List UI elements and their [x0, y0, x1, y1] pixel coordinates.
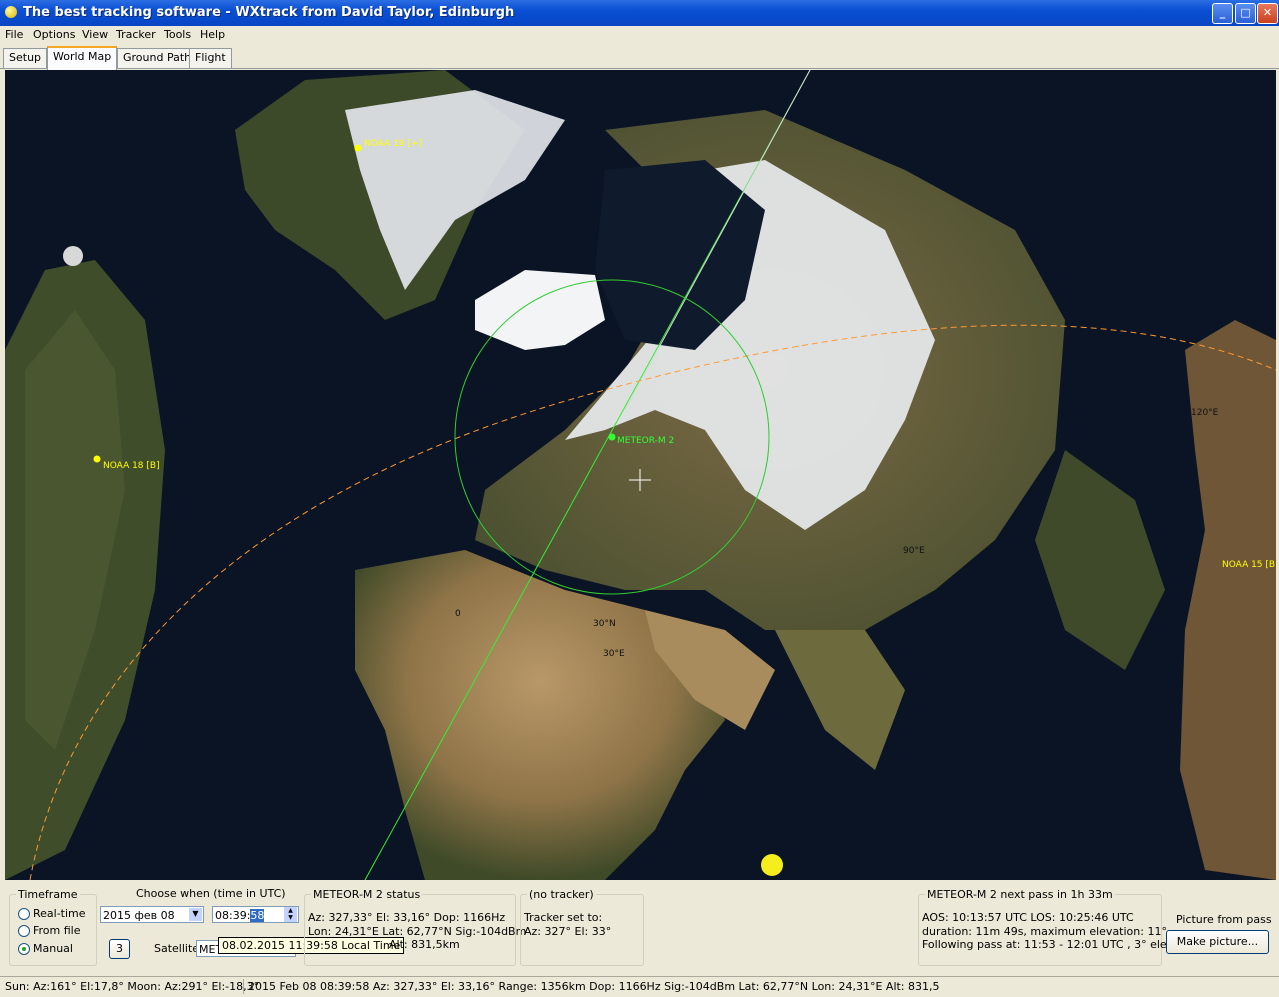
tab-world-map[interactable]: World Map [47, 46, 118, 70]
world-map[interactable]: NOAA 19 [+] NOAA 18 [B] NOAA 15 [B] METE… [5, 70, 1276, 880]
radio-from-file-label[interactable]: From file [33, 924, 81, 937]
meteor-m2-marker[interactable] [608, 433, 616, 441]
noaa19-marker[interactable] [354, 144, 362, 152]
status-line-3: Alt: 831,5km [389, 938, 460, 951]
time-value-seconds[interactable]: 58 [250, 909, 265, 922]
menu-view[interactable]: View [82, 28, 108, 41]
minimize-button[interactable]: _ [1212, 3, 1233, 24]
noaa18-label: NOAA 18 [B] [103, 461, 160, 471]
tab-flight[interactable]: Flight [189, 48, 232, 68]
time-picker[interactable]: 08:39:58 ▲ ▼ [212, 906, 299, 923]
menu-tools[interactable]: Tools [164, 28, 191, 41]
next-pass-line-1: AOS: 10:13:57 UTC LOS: 10:25:46 UTC [922, 911, 1134, 924]
radio-manual-label[interactable]: Manual [33, 942, 73, 955]
window-title: The best tracking software - WXtrack fro… [23, 5, 515, 20]
grid-label-lon90: 90°E [903, 546, 925, 556]
radio-from-file[interactable] [18, 925, 30, 937]
app-icon[interactable] [5, 6, 17, 18]
tab-strip: Setup World Map Ground Path Flight [0, 44, 1279, 70]
grid-label-lon30: 30°E [603, 649, 625, 659]
time-value-prefix: 08:39: [215, 909, 251, 922]
grid-label-lon120: 120°E [1191, 408, 1219, 418]
status-sun-moon: Sun: Az:161° El:17,8° Moon: Az:291° El:-… [2, 979, 259, 994]
land-right [1180, 320, 1276, 880]
radio-real-time[interactable] [18, 908, 30, 920]
radio-manual[interactable] [18, 943, 30, 955]
tab-setup[interactable]: Setup [3, 48, 48, 68]
noaa18-marker[interactable] [93, 455, 101, 463]
moon-icon [63, 246, 83, 266]
tracker-line-1: Tracker set to: [524, 911, 603, 924]
title-bar: The best tracking software - WXtrack fro… [0, 0, 1279, 26]
grid-label-lat30: 30°N [593, 619, 616, 629]
noaa15-label: NOAA 15 [B] [1222, 560, 1276, 570]
radio-real-time-label[interactable]: Real-time [33, 907, 86, 920]
sun-icon [761, 854, 783, 876]
date-picker[interactable]: 2015 фев 08 ▼ [100, 906, 204, 923]
tracker-legend: (no tracker) [529, 888, 594, 901]
next-pass-legend: METEOR-M 2 next pass in 1h 33m [927, 888, 1113, 901]
noaa19-label: NOAA 19 [+] [364, 139, 422, 149]
menu-tracker[interactable]: Tracker [116, 28, 156, 41]
menu-bar: File Options View Tracker Tools Help [0, 26, 1279, 44]
date-value: 2015 фев 08 [103, 909, 175, 922]
status-legend: METEOR-M 2 status [313, 888, 421, 901]
status-line-2: Lon: 24,31°E Lat: 62,77°N Sig:-104dBm [308, 925, 527, 938]
meteor-m2-label: METEOR-M 2 [617, 436, 674, 446]
next-pass-line-2: duration: 11m 49s, maximum elevation: 11… [922, 925, 1167, 938]
world-map-canvas: NOAA 19 [+] NOAA 18 [B] NOAA 15 [B] METE… [5, 70, 1276, 880]
satellite-label: Satellite [154, 942, 200, 955]
time-spin-icon[interactable]: ▲ ▼ [284, 907, 297, 922]
status-details: 2015 Feb 08 08:39:58 Az: 327,33° El: 33,… [248, 980, 940, 993]
tab-ground-path[interactable]: Ground Path [117, 48, 198, 68]
timeframe-legend: Timeframe [18, 888, 78, 901]
make-picture-button[interactable]: Make picture... [1166, 930, 1269, 954]
menu-help[interactable]: Help [200, 28, 225, 41]
next-pass-line-3: Following pass at: 11:53 - 12:01 UTC , 3… [922, 938, 1176, 951]
maximize-button[interactable]: □ [1235, 3, 1256, 24]
choose-when-label: Choose when (time in UTC) [136, 887, 286, 900]
menu-options[interactable]: Options [33, 28, 75, 41]
picture-label: Picture from pass [1176, 913, 1272, 926]
chevron-down-icon[interactable]: ▼ [189, 908, 202, 921]
grid-label-lon0: 0 [455, 609, 461, 619]
close-button[interactable]: ✕ [1257, 3, 1278, 24]
step-button[interactable]: 3 [109, 939, 130, 959]
control-panel: Timeframe Real-time From file Manual Cho… [0, 882, 1279, 974]
menu-file[interactable]: File [5, 28, 23, 41]
status-bar: Sun: Az:161° El:17,8° Moon: Az:291° El:-… [0, 976, 1279, 997]
tracker-line-2: Az: 327° El: 33° [524, 925, 612, 938]
status-line-1: Az: 327,33° El: 33,16° Dop: 1166Hz [308, 911, 506, 924]
